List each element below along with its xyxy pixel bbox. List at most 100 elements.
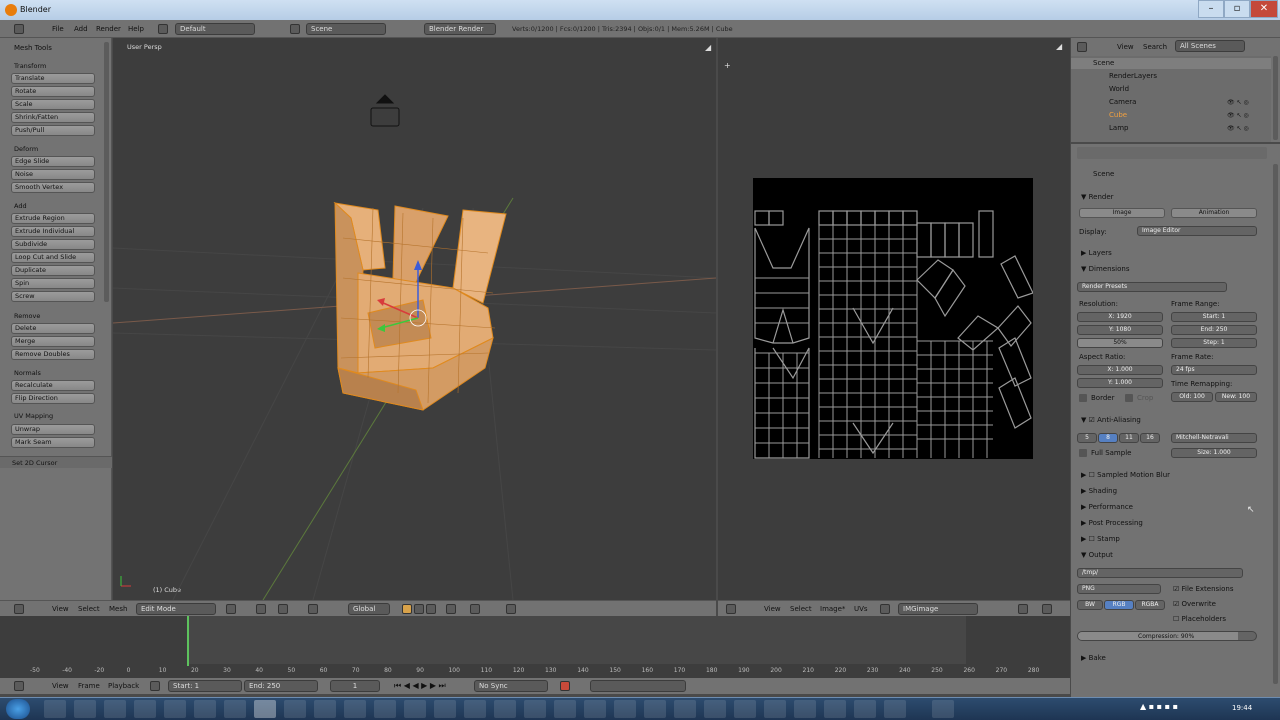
end-frame-field[interactable]: End: 250 <box>244 680 318 692</box>
mark-seam-button[interactable]: Mark Seam <box>11 437 95 448</box>
outliner-item-renderlayers[interactable]: RenderLayers <box>1109 72 1157 80</box>
visibility-eye-icon[interactable]: 👁 ↖ ◎ <box>1227 125 1249 132</box>
edge-slide-button[interactable]: Edge Slide <box>11 156 95 167</box>
border-checkbox[interactable] <box>1079 394 1087 402</box>
merge-button[interactable]: Merge <box>11 336 95 347</box>
render-engine-select[interactable]: Blender Render <box>424 23 496 35</box>
subdivide-button[interactable]: Subdivide <box>11 239 95 250</box>
taskbar-app-icon[interactable] <box>494 700 516 718</box>
scale-button[interactable]: Scale <box>11 99 95 110</box>
pivot-icon[interactable] <box>256 604 266 614</box>
taskbar-app-icon[interactable] <box>104 700 126 718</box>
editor-type-icon[interactable] <box>14 681 24 691</box>
menu-file[interactable]: File <box>52 25 64 33</box>
taskbar-app-icon[interactable] <box>644 700 666 718</box>
snap-icon[interactable] <box>470 604 480 614</box>
taskbar-app-icon[interactable] <box>584 700 606 718</box>
aa-samples-5[interactable]: 5 <box>1077 433 1097 443</box>
playback-controls[interactable]: ⏮ ◀ ◀ ▶ ▶ ⏭ <box>394 681 446 691</box>
crop-checkbox[interactable] <box>1125 394 1133 402</box>
taskbar-app-icon[interactable] <box>194 700 216 718</box>
aa-size-field[interactable]: Size: 1.000 <box>1171 448 1257 458</box>
taskbar-app-icon[interactable] <box>704 700 726 718</box>
outliner-menu-view[interactable]: View <box>1117 43 1134 51</box>
taskbar-app-icon[interactable] <box>134 700 156 718</box>
visibility-eye-icon[interactable]: 👁 ↖ ◎ <box>1227 112 1249 119</box>
aa-filter-select[interactable]: Mitchell-Netravali <box>1171 433 1257 443</box>
file-format-select[interactable]: PNG <box>1077 584 1161 594</box>
taskbar-app-icon[interactable] <box>674 700 696 718</box>
taskbar-app-icon[interactable] <box>314 700 336 718</box>
record-icon[interactable] <box>560 681 570 691</box>
extrude-region-button[interactable]: Extrude Region <box>11 213 95 224</box>
screen-layout-field[interactable]: Default <box>175 23 255 35</box>
compression-slider[interactable]: Compression: 90% <box>1077 631 1257 641</box>
panel-stamp-header[interactable]: ▶ ☐ Stamp <box>1081 535 1120 543</box>
proportional-icon[interactable] <box>446 604 456 614</box>
operator-panel[interactable]: Set 2D Cursor <box>0 456 112 468</box>
duplicate-button[interactable]: Duplicate <box>11 265 95 276</box>
menu-view[interactable]: View <box>52 605 69 613</box>
taskbar-app-icon[interactable] <box>734 700 756 718</box>
menu-add[interactable]: Add <box>74 25 88 33</box>
taskbar-app-icon[interactable] <box>794 700 816 718</box>
scene-canvas[interactable] <box>113 38 716 600</box>
taskbar-app-icon[interactable] <box>524 700 546 718</box>
3d-viewport[interactable]: User Persp (1) Cube ◢ <box>113 38 716 600</box>
taskbar-app-icon[interactable] <box>464 700 486 718</box>
rotate-button[interactable]: Rotate <box>11 86 95 97</box>
panel-dimensions-header[interactable]: ▼ Dimensions <box>1081 265 1129 273</box>
menu-help[interactable]: Help <box>128 25 144 33</box>
minimize-button[interactable]: – <box>1198 0 1224 18</box>
resolution-percent-slider[interactable]: 50% <box>1077 338 1163 348</box>
display-select[interactable]: Image Editor <box>1137 226 1257 236</box>
outliner-item-camera[interactable]: Camera <box>1109 98 1136 106</box>
taskbar-app-icon[interactable] <box>764 700 786 718</box>
taskbar-app-icon[interactable] <box>824 700 846 718</box>
taskbar-app-icon[interactable] <box>554 700 576 718</box>
taskbar-app-icon[interactable] <box>404 700 426 718</box>
frame-step-field[interactable]: Step: 1 <box>1171 338 1257 348</box>
file-extensions-option[interactable]: ☑ File Extensions <box>1173 585 1233 593</box>
output-path-field[interactable]: /tmp/ <box>1077 568 1243 578</box>
manipulator-icon[interactable] <box>278 604 288 614</box>
keying-set-field[interactable] <box>590 680 686 692</box>
image-browse-icon[interactable] <box>880 604 890 614</box>
taskbar-app-icon[interactable] <box>932 700 954 718</box>
menu-image[interactable]: Image* <box>820 605 845 613</box>
panel-layers-header[interactable]: ▶ Layers <box>1081 249 1112 257</box>
taskbar-app-icon[interactable] <box>374 700 396 718</box>
outliner-item-scene[interactable]: Scene <box>1093 59 1114 67</box>
panel-performance-header[interactable]: ▶ Performance <box>1081 503 1133 511</box>
split-corner-icon[interactable]: ◢ <box>705 43 711 52</box>
taskbar-app-icon[interactable] <box>884 700 906 718</box>
panel-output-header[interactable]: ▼ Output <box>1081 551 1113 559</box>
frame-rate-select[interactable]: 24 fps <box>1171 365 1257 375</box>
menu-render[interactable]: Render <box>96 25 121 33</box>
time-old-field[interactable]: Old: 100 <box>1171 392 1213 402</box>
split-corner-icon[interactable]: ◢ <box>1056 42 1062 51</box>
current-frame-field[interactable]: 1 <box>330 680 380 692</box>
aa-samples-8[interactable]: 8 <box>1098 433 1118 443</box>
frame-end-field[interactable]: End: 250 <box>1171 325 1257 335</box>
shrink-fatten-button[interactable]: Shrink/Fatten <box>11 112 95 123</box>
color-rgb-button[interactable]: RGB <box>1104 600 1134 610</box>
outliner-filter-select[interactable]: All Scenes <box>1175 40 1245 52</box>
tray-icons[interactable]: ▲ ▪ ▪ ▪ ▪ <box>1140 702 1178 711</box>
scene-field[interactable]: Scene <box>306 23 386 35</box>
render-animation-button[interactable]: Animation <box>1171 208 1257 218</box>
spin-button[interactable]: Spin <box>11 278 95 289</box>
uv-image-editor[interactable]: + ◢ <box>718 38 1070 600</box>
panel-post-processing-header[interactable]: ▶ Post Processing <box>1081 519 1143 527</box>
taskbar-blender-icon[interactable] <box>254 700 276 718</box>
recalculate-button[interactable]: Recalculate <box>11 380 95 391</box>
sync-select[interactable]: No Sync <box>474 680 548 692</box>
mode-select[interactable]: Edit Mode <box>136 603 216 615</box>
panel-aa-header[interactable]: ▼ ☑ Anti-Aliasing <box>1081 416 1141 424</box>
properties-tabs[interactable] <box>1077 147 1267 159</box>
taskbar-app-icon[interactable] <box>164 700 186 718</box>
aspect-x-field[interactable]: X: 1.000 <box>1077 365 1163 375</box>
start-frame-field[interactable]: Start: 1 <box>168 680 242 692</box>
visibility-eye-icon[interactable]: 👁 ↖ ◎ <box>1227 99 1249 106</box>
outliner-scrollbar[interactable] <box>1273 56 1278 140</box>
